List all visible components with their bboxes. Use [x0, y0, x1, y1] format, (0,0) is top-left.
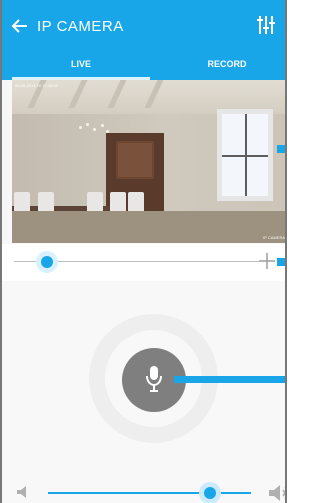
tab-live-label: LIVE — [70, 59, 91, 69]
tab-record[interactable]: RECORD — [162, 54, 285, 80]
video-camera-name: IP CAMERA — [263, 235, 285, 240]
video-floor — [12, 211, 285, 243]
sliders-icon[interactable] — [255, 14, 277, 36]
page-title: IP CAMERA — [37, 18, 124, 35]
live-video-feed[interactable]: 09-26-2014 Fri 17:15:02 IP CAMERA — [12, 80, 285, 243]
microphone-icon — [146, 366, 162, 392]
tab-record-label: RECORD — [207, 59, 247, 69]
video-timestamp: 09-26-2014 Fri 17:15:02 — [15, 83, 58, 88]
speaker-low-icon[interactable] — [16, 484, 32, 500]
volume-slider-thumb[interactable] — [199, 482, 221, 503]
app-bar: IP CAMERA — [2, 0, 285, 54]
mic-indicator-bar — [174, 376, 285, 383]
video-window — [217, 109, 273, 201]
zoom-slider-thumb[interactable] — [36, 251, 58, 273]
side-marker — [277, 258, 285, 266]
back-icon[interactable] — [9, 16, 29, 36]
speaker-high-icon[interactable] — [268, 482, 287, 503]
side-marker — [277, 145, 285, 153]
volume-row — [2, 456, 285, 503]
scroll-indicator — [279, 54, 285, 62]
plus-icon[interactable] — [257, 251, 277, 271]
tab-bar: LIVE RECORD — [2, 54, 285, 80]
video-lamp — [75, 118, 111, 148]
app-frame: IP CAMERA LIVE RECORD 09-26-2014 Fri 17:… — [0, 0, 287, 503]
zoom-slider-row — [2, 244, 285, 281]
